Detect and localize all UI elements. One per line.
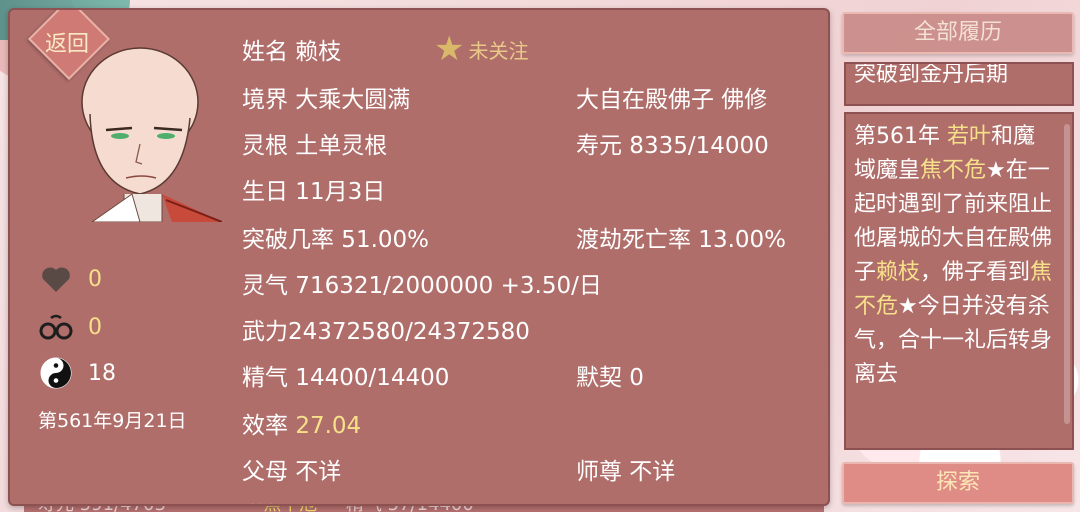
efficiency-value: 27.04	[295, 413, 362, 439]
bond-value: 0	[88, 314, 102, 340]
follow-toggle[interactable]: ★ 未关注	[434, 32, 528, 66]
partner-field-partial: 道侣 无	[242, 496, 318, 504]
birthday-field: 生日 11月3日	[242, 179, 386, 205]
heart-icon	[38, 262, 74, 296]
star-icon: ★	[434, 29, 465, 69]
yinyang-stat: 18	[38, 356, 116, 390]
efficiency-label: 效率	[242, 413, 288, 439]
name-field: 姓名 赖枝	[242, 39, 342, 65]
sect-field: 大自在殿佛子 佛修	[576, 87, 768, 113]
spirit-energy-field: 灵气 716321/2000000 +3.50/日	[242, 273, 602, 299]
character-portrait	[81, 47, 222, 222]
realm-field: 境界 大乘大圆满	[242, 87, 411, 113]
log-name-highlight: 焦不危	[920, 158, 987, 183]
parents-field: 父母 不详	[242, 459, 342, 485]
force-field: 武力24372580/24372580	[242, 319, 530, 345]
log-name-highlight: 赖枝	[876, 260, 921, 285]
essence-field: 精气 14400/14400	[242, 365, 450, 391]
event-log-text: 第561年 若叶和魔域魔皇焦不危★在一起时遇到了前来阻止他屠城的大自在殿佛子赖枝…	[854, 120, 1054, 392]
affection-stat: 0	[38, 262, 102, 296]
event-log-scrollbar[interactable]	[1064, 124, 1070, 424]
affection-value: 0	[88, 266, 102, 292]
log-segment: ，佛子看到	[920, 260, 1031, 285]
lifespan-field: 寿元 8335/14000	[576, 133, 769, 159]
tribulation-field: 渡劫死亡率 13.00%	[576, 227, 787, 253]
current-date: 第561年9月21日	[38, 410, 187, 432]
history-entry-text: 突破到金丹后期	[854, 62, 1009, 87]
log-segment: 第561年	[854, 124, 947, 149]
all-history-button[interactable]: 全部履历	[842, 12, 1074, 54]
handcuffs-icon	[38, 310, 74, 344]
breakthrough-field: 突破几率 51.00%	[242, 227, 430, 253]
efficiency-field: 效率 27.04	[242, 406, 361, 440]
log-name-highlight: 若叶	[947, 124, 992, 149]
spirit-root-field: 灵根 土单灵根	[242, 133, 388, 159]
yinyang-value: 18	[88, 360, 116, 386]
bond-stat: 0	[38, 310, 102, 344]
follow-label: 未关注	[468, 38, 529, 63]
character-info-panel: 返回 0 0 18 第561年9月21日 姓名 赖枝 ★ 未关注 境界 大乘大圆…	[8, 8, 830, 506]
master-field: 师尊 不详	[576, 459, 676, 485]
event-log[interactable]: 第561年 若叶和魔域魔皇焦不危★在一起时遇到了前来阻止他屠城的大自在殿佛子赖枝…	[844, 112, 1074, 450]
explore-button[interactable]: 探索	[842, 462, 1074, 504]
yinyang-icon	[38, 356, 74, 390]
history-entry-partial: 突破到金丹后期	[844, 62, 1074, 106]
tacit-field: 默契 0	[576, 365, 644, 391]
